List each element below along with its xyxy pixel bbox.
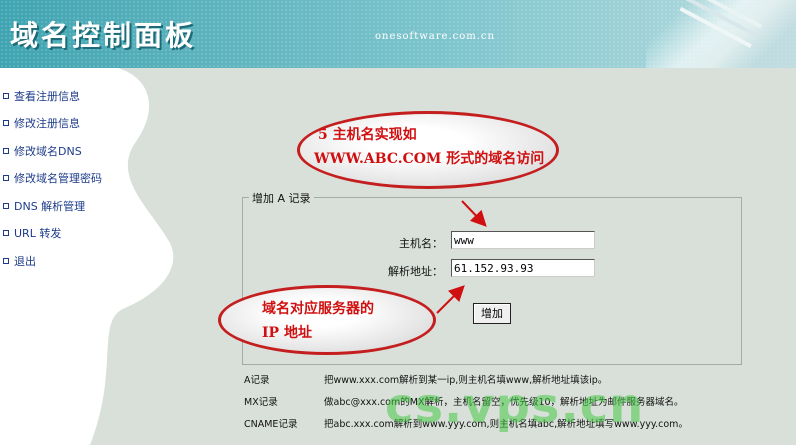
square-bullet-icon: [3, 120, 9, 127]
sidebar-item-label: 查看注册信息: [14, 89, 80, 103]
sidebar-item-label: URL 转发: [14, 227, 62, 241]
sidebar-item-edit-password[interactable]: 修改域名管理密码: [3, 165, 102, 193]
header-banner: 域名控制面板 onesoftware.com.cn: [0, 0, 796, 68]
sidebar-item-label: DNS 解析管理: [14, 199, 86, 213]
fieldset-legend: 增加 A 记录: [249, 190, 314, 206]
header-decoration-graphic: [646, 0, 796, 68]
square-bullet-icon: [3, 92, 9, 99]
square-bullet-icon: [3, 230, 9, 237]
sidebar-item-edit-dns[interactable]: 修改域名DNS: [3, 137, 102, 165]
sidebar-item-dns-management[interactable]: DNS 解析管理: [3, 192, 102, 220]
square-bullet-icon: [3, 202, 9, 209]
square-bullet-icon: [3, 175, 9, 182]
callout-hostname-line1: 5 主机名实现如: [318, 127, 417, 143]
sidebar-item-label: 修改注册信息: [14, 117, 80, 131]
site-url: onesoftware.com.cn: [375, 31, 495, 42]
sidebar-item-url-forward[interactable]: URL 转发: [3, 220, 102, 248]
square-bullet-icon: [3, 147, 9, 154]
callout-address-line1: 域名对应服务器的: [262, 301, 374, 317]
sidebar-item-view-registration[interactable]: 查看注册信息: [3, 82, 102, 110]
sidebar-item-logout[interactable]: 退出: [3, 247, 102, 275]
note-label: MX记录: [244, 397, 278, 408]
sidebar-menu: 查看注册信息 修改注册信息 修改域名DNS 修改域名管理密码 DNS 解析管理 …: [3, 82, 102, 275]
sidebar-item-label: 修改域名管理密码: [14, 172, 102, 186]
sidebar-item-label: 修改域名DNS: [14, 144, 82, 158]
callout-address: [218, 285, 436, 355]
callout-hostname-line2: WWW.ABC.COM 形式的域名访问: [314, 151, 545, 167]
page-title: 域名控制面板: [10, 19, 197, 52]
add-record-button[interactable]: 增加: [473, 303, 511, 324]
sidebar-item-edit-registration[interactable]: 修改注册信息: [3, 110, 102, 138]
watermark: cs.vps.cn: [385, 378, 645, 434]
sidebar-item-label: 退出: [14, 254, 36, 268]
note-label: CNAME记录: [244, 419, 298, 430]
square-bullet-icon: [3, 257, 9, 264]
hostname-label: 主机名：: [399, 237, 443, 250]
callout-address-line2: IP 地址: [262, 325, 312, 341]
sidebar: 查看注册信息 修改注册信息 修改域名DNS 修改域名管理密码 DNS 解析管理 …: [0, 68, 180, 445]
hostname-input[interactable]: [451, 231, 595, 249]
note-label: A记录: [244, 375, 270, 386]
address-label: 解析地址：: [388, 265, 443, 278]
address-input[interactable]: [451, 259, 595, 277]
